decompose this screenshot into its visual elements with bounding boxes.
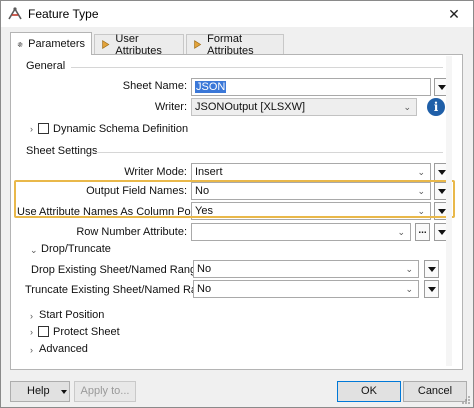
sheet-name-input[interactable]: JSON [191,78,431,96]
drop-existing-label: Drop Existing Sheet/Named Range: [31,264,206,276]
writer-mode-label: Writer Mode: [124,166,187,178]
apply-to-button[interactable]: Apply to... [74,381,136,402]
section-sheet-settings-heading: Sheet Settings [26,145,98,157]
truncate-existing-label: Truncate Existing Sheet/Named Range: [25,284,219,296]
chevron-down-icon: ⌄ [417,167,425,177]
use-attribute-names-value: Yes [195,205,213,217]
divider [71,67,443,68]
sheet-name-label: Sheet Name: [122,80,187,92]
tab-label: Format Attributes [207,32,254,57]
chevron-right-icon[interactable]: › [30,345,33,355]
app-icon [8,7,22,20]
chevron-right-icon[interactable]: › [30,124,33,134]
arrow-right-icon [102,40,110,49]
section-general-heading: General [26,60,66,72]
title-bar: Feature Type ✕ [1,1,473,27]
divider [95,152,443,153]
drop-existing-select[interactable]: No ⌄ [193,260,419,278]
close-icon[interactable]: ✕ [437,1,471,27]
start-position-label[interactable]: Start Position [39,309,104,321]
row-number-attribute-select[interactable]: ⌄ [191,223,411,241]
tab-user-attributes[interactable]: User Attributes [94,32,184,57]
sheet-name-value: JSON [195,81,227,93]
info-icon[interactable]: i [427,98,445,116]
writer-select[interactable]: JSONOutput [XLSXW] ⌄ [191,98,417,116]
chevron-down-icon[interactable]: ⌄ [30,245,38,256]
caret-down-icon [61,390,67,394]
drop-existing-value: No [197,263,212,275]
arrow-right-icon [194,40,202,49]
output-field-names-select[interactable]: No ⌄ [191,182,431,200]
help-label: Help [27,385,50,397]
truncate-existing-menu-button[interactable] [424,280,439,298]
chevron-down-icon: ⌄ [403,102,411,112]
chevron-down-icon: ⌄ [405,264,413,274]
protect-sheet-checkbox[interactable] [38,326,49,337]
dynamic-schema-label: Dynamic Schema Definition [53,123,189,135]
advanced-label[interactable]: Advanced [39,343,88,355]
writer-mode-value: Insert [195,166,223,178]
dynamic-schema-checkbox[interactable] [38,123,49,134]
writer-value: JSONOutput [XLSXW] [195,101,306,113]
chevron-down-icon: ⌄ [397,227,405,237]
use-attribute-names-label: Use Attribute Names As Column Positions: [17,206,225,218]
chevron-down-icon: ⌄ [417,206,425,216]
scrollbar[interactable] [446,56,452,366]
drop-existing-menu-button[interactable] [424,260,439,278]
output-field-names-value: No [195,185,210,197]
tab-label: User Attributes [115,32,162,57]
use-attribute-names-select[interactable]: Yes ⌄ [191,202,431,220]
tab-format-attributes[interactable]: Format Attributes [186,32,284,57]
cancel-button[interactable]: Cancel [403,381,467,402]
truncate-existing-value: No [197,283,212,295]
row-number-attribute-label: Row Number Attribute: [76,226,187,238]
gear-icon [17,41,23,47]
row-number-browse-button[interactable]: ... [415,223,430,241]
truncate-existing-select[interactable]: No ⌄ [193,280,419,298]
resize-grip-icon[interactable] [461,395,471,405]
chevron-down-icon: ⌄ [417,186,425,196]
protect-sheet-label: Protect Sheet [53,326,120,338]
drop-truncate-heading: Drop/Truncate [41,243,111,255]
help-button[interactable]: Help [10,381,70,402]
tab-label: Parameters [28,38,85,50]
writer-label: Writer: [154,101,187,113]
output-field-names-label: Output Field Names: [86,185,187,197]
chevron-right-icon[interactable]: › [30,327,33,337]
ok-button[interactable]: OK [337,381,401,402]
tab-parameters[interactable]: Parameters [10,32,92,55]
writer-mode-select[interactable]: Insert ⌄ [191,163,431,181]
feature-type-dialog: Feature Type ✕ Parameters User Attribute… [0,0,474,408]
chevron-right-icon[interactable]: › [30,311,33,321]
chevron-down-icon: ⌄ [405,284,413,294]
window-title: Feature Type [28,7,99,21]
